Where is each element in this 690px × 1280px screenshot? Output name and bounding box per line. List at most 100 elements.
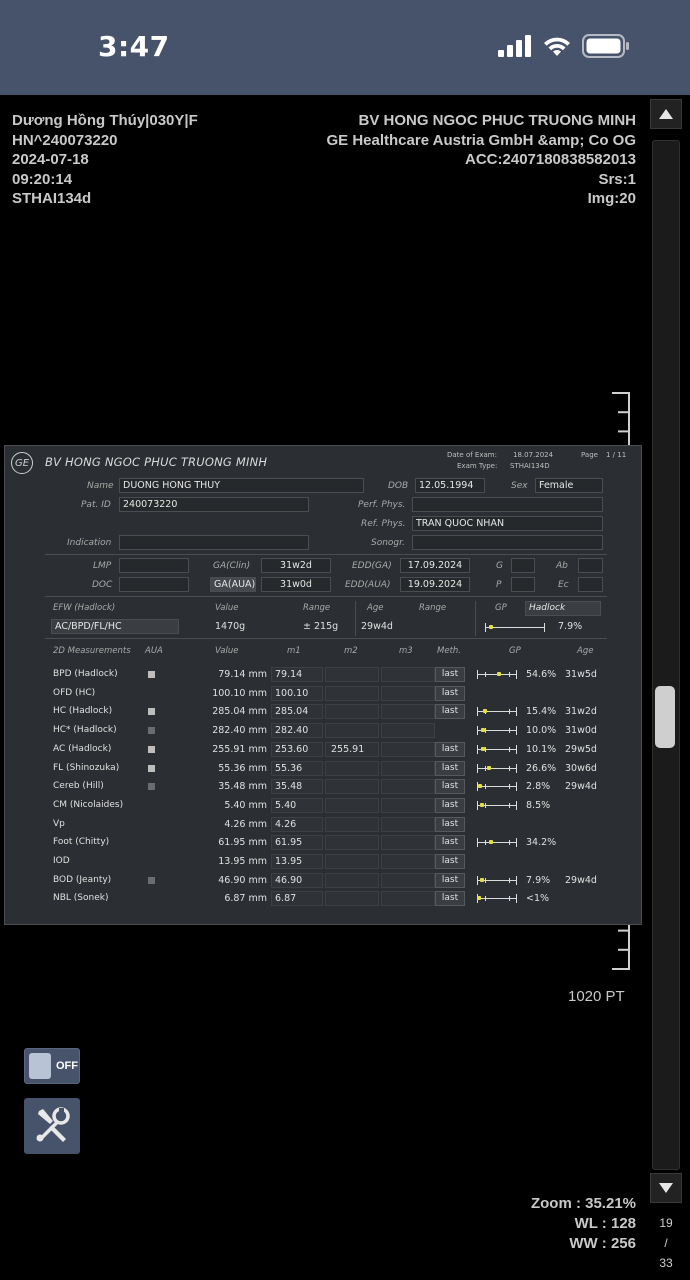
aua-checkbox[interactable] <box>148 727 155 734</box>
row-m1: 4.26 <box>275 819 297 830</box>
row-m1: 79.14 <box>275 669 303 680</box>
m3-box <box>381 686 435 701</box>
lmp-label: LMP <box>93 561 112 571</box>
row-m1: 5.40 <box>275 800 297 811</box>
institution-name: BV HONG NGOC PHUC TRUONG MINH <box>358 112 637 129</box>
method-select[interactable]: last <box>435 704 465 719</box>
ultrasound-report: GE BV HONG NGOC PHUC TRUONG MINH Date of… <box>4 445 642 925</box>
status-time: 3:47 <box>98 30 170 63</box>
row-value: 61.95 mm <box>218 837 267 848</box>
m3-box <box>381 704 435 719</box>
efw-gp-header: GP <box>495 603 507 613</box>
doc-label: DOC <box>92 580 113 590</box>
row-value: 35.48 mm <box>218 781 267 792</box>
ga-clin-field: 31w2d <box>261 558 331 573</box>
ga-aua-label[interactable]: GA(AUA) <box>210 577 256 592</box>
efw-age-header: Age <box>367 603 384 613</box>
scroll-down-button[interactable] <box>650 1173 682 1203</box>
m2-box <box>325 667 379 682</box>
m3-box <box>381 742 435 757</box>
efw-formula[interactable]: AC/BPD/FL/HC <box>51 619 179 634</box>
method-select[interactable]: last <box>435 742 465 757</box>
col-age: Age <box>577 646 594 656</box>
patient-id: HN^240073220 <box>12 131 118 149</box>
row-gp: 10.0% <box>526 725 557 736</box>
method-select[interactable]: last <box>435 686 465 701</box>
efw-gp-bar <box>485 623 545 632</box>
method-select[interactable]: last <box>435 854 465 869</box>
gp-bar <box>477 670 517 679</box>
aua-checkbox[interactable] <box>148 708 155 715</box>
zoom-readout: Zoom : 35.21% <box>530 1195 636 1212</box>
method-select[interactable]: last <box>435 891 465 906</box>
row-value: 5.40 mm <box>224 800 267 811</box>
page-number: 1 / 11 <box>606 451 627 459</box>
m3-box <box>381 761 435 776</box>
image-scroll-thumb[interactable] <box>655 686 675 748</box>
battery-icon <box>582 34 629 58</box>
m3-box <box>381 873 435 888</box>
col-gp: GP <box>509 646 521 656</box>
overlay-toggle[interactable]: OFF <box>24 1048 80 1084</box>
method-select[interactable]: last <box>435 779 465 794</box>
ge-logo: GE <box>11 452 33 474</box>
row-m1: 46.90 <box>275 875 303 886</box>
method-select[interactable]: last <box>435 817 465 832</box>
gp-bar <box>477 745 517 754</box>
row-age: 31w0d <box>565 725 597 736</box>
image-scroll-track[interactable] <box>652 140 680 1170</box>
tools-button[interactable] <box>24 1098 80 1154</box>
row-name: IOD <box>53 856 70 866</box>
m2-box <box>325 835 379 850</box>
ab-label: Ab <box>556 561 568 571</box>
row-age: 31w5d <box>565 669 597 680</box>
aua-checkbox[interactable] <box>148 765 155 772</box>
window-width-readout: WW : 256 <box>569 1235 636 1252</box>
aua-checkbox[interactable] <box>148 783 155 790</box>
row-m2: 255.91 <box>331 744 365 755</box>
m3-box <box>381 779 435 794</box>
aua-checkbox[interactable] <box>148 671 155 678</box>
indication-label: Indication <box>67 538 112 548</box>
m2-box <box>325 704 379 719</box>
row-name: BPD (Hadlock) <box>53 669 118 679</box>
status-bar: 3:47 <box>0 0 690 95</box>
m3-box <box>381 723 435 738</box>
efw-age: 29w4d <box>361 621 393 632</box>
current-image-index: 19 <box>659 1216 673 1230</box>
method-select[interactable]: last <box>435 873 465 888</box>
gp-bar <box>477 764 517 773</box>
edd-aua-label: EDD(AUA) <box>345 580 391 590</box>
series-number: Srs:1 <box>598 170 636 188</box>
lmp-field <box>119 558 189 573</box>
row-m1: 285.04 <box>275 706 309 717</box>
row-value: 285.04 mm <box>212 706 267 717</box>
gp-method-select[interactable]: Hadlock <box>525 601 601 616</box>
row-m1: 35.48 <box>275 781 303 792</box>
institution-overlay: BV HONG NGOC PHUC TRUONG MINH GE Healthc… <box>326 111 636 209</box>
row-value: 13.95 mm <box>218 856 267 867</box>
row-m1: 100.10 <box>275 688 309 699</box>
gp-bar <box>477 876 517 885</box>
ab-field <box>578 558 603 573</box>
scroll-up-button[interactable] <box>650 99 682 129</box>
aua-checkbox[interactable] <box>148 746 155 753</box>
method-select[interactable]: last <box>435 761 465 776</box>
image-number: Img:20 <box>587 190 636 207</box>
row-name: Cereb (Hill) <box>53 781 104 791</box>
row-name: AC (Hadlock) <box>53 744 112 754</box>
edd-ga-label: EDD(GA) <box>352 561 392 571</box>
exam-type-label: Exam Type: <box>457 462 498 470</box>
patient-name-age-sex: Dương Hồng Thúy|030Y|F <box>12 112 198 129</box>
method-select[interactable]: last <box>435 667 465 682</box>
efw-range: ± 215g <box>303 621 339 632</box>
m3-box <box>381 891 435 906</box>
row-name: HC (Hadlock) <box>53 706 113 716</box>
date-of-exam: 18.07.2024 <box>513 451 554 459</box>
ga-clin-label: GA(Clin) <box>213 561 251 571</box>
aua-checkbox[interactable] <box>148 877 155 884</box>
method-select[interactable]: last <box>435 835 465 850</box>
efw-age-range-header: Range <box>419 603 447 613</box>
row-value: 255.91 mm <box>212 744 267 755</box>
method-select[interactable]: last <box>435 798 465 813</box>
